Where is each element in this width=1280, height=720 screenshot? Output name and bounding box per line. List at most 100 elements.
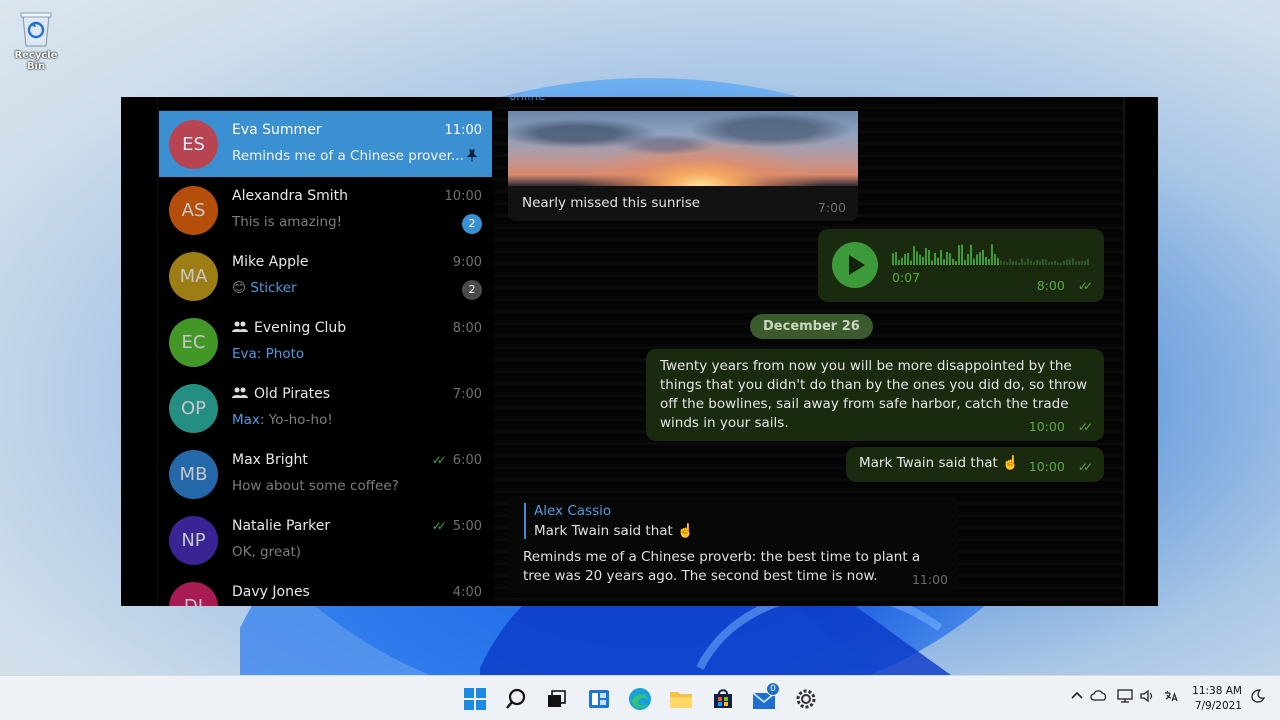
unread-badge: 2 (462, 279, 482, 300)
waveform-bar (1012, 261, 1014, 265)
outgoing-message: Twenty years from now you will be more d… (646, 349, 1104, 441)
waveform-bar (964, 259, 966, 265)
edge-icon[interactable] (627, 686, 653, 712)
waveform-bar (1051, 261, 1053, 265)
system-clock[interactable]: 11:38 AM 7/9/2021 (1192, 684, 1242, 714)
double-check-icon: ✓✓ (431, 519, 447, 533)
chat-time-text: 5:00 (452, 518, 482, 534)
task-view-icon[interactable] (543, 686, 569, 712)
search-icon[interactable] (503, 686, 529, 712)
taskbar: 0 11:38 AM 7/9/2021 (0, 675, 1280, 720)
waveform-bar (967, 254, 969, 265)
widgets-icon[interactable] (586, 686, 612, 712)
waveform-bar (1021, 258, 1023, 265)
chat-item-alexandra-smith[interactable]: AS Alexandra Smith 10:00 This is amazing… (159, 177, 492, 243)
waveform-bar (895, 251, 897, 265)
chat-item-eva-summer[interactable]: ES Eva Summer 11:00 Reminds me of a Chin… (159, 111, 492, 177)
waveform-bar (1045, 259, 1047, 265)
chat-name: Old Pirates (232, 386, 330, 402)
avatar: MB (169, 449, 218, 499)
chat-item-old-pirates[interactable]: OP Old Pirates 7:00 Max: Yo-ho-ho! (159, 375, 492, 441)
waveform-bar (913, 246, 915, 265)
message-time: 7:00 (817, 200, 846, 215)
waveform-bar (907, 252, 909, 265)
waveform-bar (976, 254, 978, 265)
chat-item-max-bright[interactable]: MB Max Bright ✓✓ 6:00 How about some cof… (159, 441, 492, 507)
double-check-icon: ✓✓ (431, 453, 447, 467)
waveform-bar (1078, 260, 1080, 265)
file-explorer-icon[interactable] (668, 686, 694, 712)
waveform-bar (1057, 262, 1059, 265)
reply-quote[interactable]: Alex Cassio Mark Twain said that ☝️ (524, 503, 694, 539)
play-button[interactable] (832, 242, 878, 288)
sunrise-photo[interactable] (508, 111, 858, 186)
notifications-moon-icon[interactable] (1251, 689, 1266, 707)
pin-icon (466, 149, 478, 166)
chat-name: Mike Apple (232, 253, 309, 270)
chat-item-mike-apple[interactable]: MA Mike Apple 9:00 😊 Sticker 2 (159, 243, 492, 309)
chat-name-text: Evening Club (254, 319, 347, 336)
mail-icon[interactable]: 0 (752, 682, 780, 712)
waveform-bar (955, 261, 957, 265)
waveform-bar (892, 253, 894, 265)
waveform-bar (919, 254, 921, 265)
waveform-bar (916, 251, 918, 265)
waveform-bar (1084, 260, 1086, 265)
waveform-bar (991, 244, 993, 265)
chat-preview: OK, great) (232, 543, 302, 560)
chat-name: Natalie Parker (232, 517, 331, 534)
language-icon[interactable] (1163, 689, 1179, 707)
chat-preview: This is amazing! (232, 213, 343, 230)
store-icon[interactable] (710, 686, 736, 712)
show-hidden-icons-chevron-icon[interactable] (1071, 689, 1083, 704)
outgoing-message: Mark Twain said that ☝️ 10:00 ✓✓ (846, 447, 1104, 482)
chat-item-natalie-parker[interactable]: NP Natalie Parker ✓✓ 5:00 OK, great) (159, 507, 492, 573)
date-separator: December 26 (750, 314, 873, 339)
chat-name: Eva Summer (232, 121, 322, 138)
chat-time-text: 6:00 (452, 452, 482, 468)
recycle-bin-label: Recycle Bin (14, 50, 58, 72)
waveform-bar (910, 260, 912, 265)
network-icon[interactable] (1117, 689, 1133, 707)
photo-message[interactable]: Nearly missed this sunrise 7:00 (508, 111, 858, 221)
reply-author: Alex Cassio (534, 503, 612, 519)
volume-icon[interactable] (1140, 689, 1156, 707)
waveform-bar (988, 258, 990, 265)
chat-name: Evening Club (232, 320, 346, 336)
message-text: Mark Twain said that ☝️ (859, 455, 1019, 471)
recycle-bin-desktop-icon[interactable]: Recycle Bin (4, 4, 68, 72)
right-panel-strip (1123, 97, 1158, 606)
avatar: DJ (169, 581, 218, 606)
voice-message: 0:07 8:00 ✓✓ (818, 229, 1104, 302)
settings-icon[interactable] (793, 686, 819, 712)
chat-time: ✓✓ 6:00 (432, 453, 482, 468)
play-icon (849, 255, 865, 275)
chat-preview: Reminds me of a Chinese prover... (232, 147, 464, 164)
chat-item-davy-jones[interactable]: DJ Davy Jones 4:00 (159, 573, 492, 606)
voice-waveform[interactable] (892, 243, 1092, 267)
windows-start-icon[interactable] (462, 686, 488, 712)
waveform-bar (970, 244, 972, 265)
onedrive-cloud-icon[interactable] (1090, 689, 1108, 705)
message-time: 10:00 (1028, 419, 1065, 434)
conversation-pane: online Nearly missed this sunrise 7:00 0… (493, 97, 1123, 606)
reply-text: Mark Twain said that ☝️ (534, 523, 694, 539)
avatar: EC (169, 317, 218, 367)
waveform-bar (997, 257, 999, 265)
recycle-bin-icon (17, 8, 55, 48)
waveform-bar (994, 253, 996, 265)
waveform-bar (973, 258, 975, 265)
waveform-bar (1039, 260, 1041, 265)
waveform-bar (958, 245, 960, 265)
waveform-bar (952, 258, 954, 265)
waveform-bar (940, 249, 942, 265)
waveform-bar (1006, 262, 1008, 265)
preview-text: Photo (265, 345, 305, 362)
avatar: AS (169, 185, 218, 235)
message-time: 11:00 (911, 572, 948, 587)
chat-item-evening-club[interactable]: EC Evening Club 8:00 Eva: Photo (159, 309, 492, 375)
chat-preview: Max: Yo-ho-ho! (232, 412, 333, 428)
waveform-bar (946, 251, 948, 265)
preview-sender: Max: (232, 411, 265, 428)
waveform-bar (982, 249, 984, 265)
